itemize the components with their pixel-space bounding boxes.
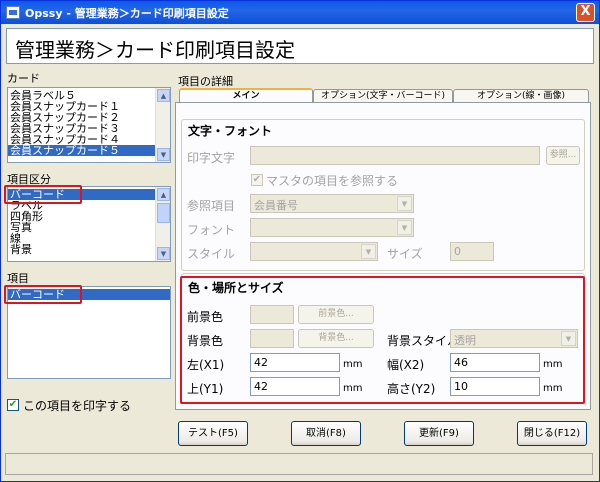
scroll-down-icon[interactable]: ▼ xyxy=(157,247,170,260)
style-select[interactable]: ▼ xyxy=(250,242,378,261)
details-label: 項目の詳細 xyxy=(178,75,233,88)
list-item[interactable]: 写真 xyxy=(8,222,170,233)
print-item-label: この項目を印字する xyxy=(23,399,132,413)
list-item[interactable]: 背景 xyxy=(8,244,170,255)
close-button[interactable]: 閉じる(F12) xyxy=(517,421,587,446)
scroll-up-icon[interactable]: ▲ xyxy=(157,89,170,102)
app-icon xyxy=(6,6,20,19)
list-item[interactable]: 四角形 xyxy=(8,211,170,222)
test-button[interactable]: テスト(F5) xyxy=(178,421,248,446)
highlight-box-category xyxy=(4,185,82,204)
scroll-down-icon[interactable]: ▼ xyxy=(157,148,170,161)
list-item[interactable]: 線 xyxy=(8,233,170,244)
close-window-button[interactable]: X xyxy=(576,3,595,22)
scroll-up-icon[interactable]: ▲ xyxy=(157,188,170,201)
print-text-input[interactable] xyxy=(250,146,540,165)
status-bar xyxy=(5,453,593,475)
print-item-checkbox[interactable]: ✔ xyxy=(7,399,19,411)
reference-button[interactable]: 参照... xyxy=(546,146,580,165)
font-label: フォント xyxy=(187,223,236,237)
master-ref-label: マスタの項目を参照する xyxy=(266,174,399,188)
card-list[interactable]: 会員ラベル５ 会員スナップカード１ 会員スナップカード２ 会員スナップカード３ … xyxy=(7,87,171,163)
title-bar[interactable]: Opssy - 管理業務＞カード印刷項目設定 X xyxy=(1,1,599,24)
window-title: Opssy - 管理業務＞カード印刷項目設定 xyxy=(25,7,229,20)
main-window: Opssy - 管理業務＞カード印刷項目設定 X 管理業務＞カード印刷項目設定 … xyxy=(0,0,600,482)
page-title: 管理業務＞カード印刷項目設定 xyxy=(15,38,295,62)
ref-item-select[interactable]: 会員番号 ▼ xyxy=(250,194,414,213)
text-font-title: 文字・フォント xyxy=(187,122,274,139)
category-list-scrollbar[interactable]: ▲ ▼ xyxy=(155,187,170,261)
highlight-box-item xyxy=(4,285,82,304)
card-list-scrollbar[interactable]: ▲ ▼ xyxy=(155,88,170,162)
print-text-label: 印字文字 xyxy=(187,151,236,165)
master-ref-checkbox[interactable]: ✔ xyxy=(251,174,263,186)
list-item-selected[interactable]: 会員スナップカード５ xyxy=(8,145,170,156)
chevron-down-icon[interactable]: ▼ xyxy=(361,244,376,259)
card-label: カード xyxy=(7,72,40,85)
chevron-down-icon[interactable]: ▼ xyxy=(397,220,412,235)
size-value: 0 xyxy=(454,245,461,258)
size-label: サイズ xyxy=(387,247,423,261)
size-input[interactable]: 0 xyxy=(450,242,494,261)
page-header: 管理業務＞カード印刷項目設定 xyxy=(6,28,594,64)
update-button[interactable]: 更新(F9) xyxy=(404,421,474,446)
style-label: スタイル xyxy=(187,247,236,261)
chevron-down-icon[interactable]: ▼ xyxy=(397,196,412,211)
scroll-thumb[interactable] xyxy=(157,203,170,223)
cancel-button[interactable]: 取消(F8) xyxy=(291,421,361,446)
ref-item-value: 会員番号 xyxy=(254,199,298,212)
ref-item-label: 参照項目 xyxy=(187,199,236,213)
font-select[interactable]: ▼ xyxy=(250,218,414,237)
item-label: 項目 xyxy=(7,272,29,285)
highlight-box-color-position xyxy=(180,276,585,404)
